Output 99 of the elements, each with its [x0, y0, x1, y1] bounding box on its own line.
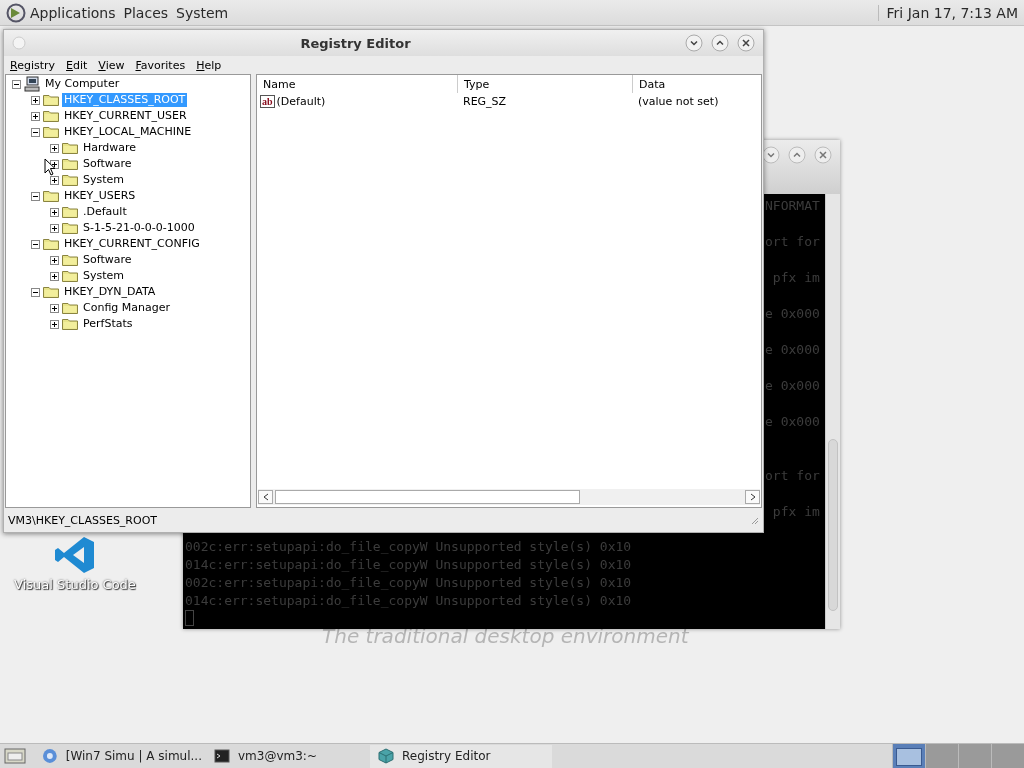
folder-icon [62, 156, 78, 172]
terminal-line: pfx im [771, 269, 820, 287]
tree-item[interactable]: System [81, 269, 127, 283]
folder-icon [62, 204, 78, 220]
expand-icon[interactable] [31, 95, 40, 105]
resize-grip-icon[interactable] [749, 515, 759, 525]
tree-item[interactable]: My Computer [43, 77, 122, 91]
workspace-cell[interactable] [892, 744, 925, 768]
folder-icon [43, 284, 59, 300]
maximize-icon[interactable] [788, 146, 806, 164]
window-title: Registry Editor [299, 35, 412, 51]
expand-icon[interactable] [50, 143, 59, 153]
value-type: REG_SZ [462, 94, 508, 108]
panel-menu[interactable]: System [176, 4, 229, 21]
taskbar-button[interactable]: [Win7 Simu | A simul... [36, 744, 208, 768]
folder-icon [62, 300, 78, 316]
cursor-icon [44, 158, 56, 176]
menu-item[interactable]: Favorites [135, 59, 186, 72]
close-icon[interactable] [814, 146, 832, 164]
menu-item[interactable]: Registry [10, 59, 56, 72]
terminal-line: e 0x000 [765, 305, 820, 323]
tree-item[interactable]: Hardware [81, 141, 139, 155]
folder-icon [62, 220, 78, 236]
folder-icon [62, 140, 78, 156]
menu-item[interactable]: Help [196, 59, 222, 72]
terminal-line: 002c:err:setupapi:do_file_copyW Unsupported style(s) 0x10 [185, 538, 632, 556]
terminal-icon [214, 748, 230, 764]
tree-item[interactable]: HKEY_USERS [62, 189, 138, 203]
tagline: The traditional desktop environment [322, 624, 689, 648]
clock[interactable]: Fri Jan 17, 7:13 AM [877, 4, 1018, 21]
value-data: (value not set) [637, 94, 720, 108]
string-value-icon: ab [260, 94, 275, 108]
tree-item[interactable]: S-1-5-21-0-0-0-1000 [81, 221, 197, 235]
tree-item[interactable]: HKEY_CURRENT_USER [62, 109, 189, 123]
close-icon[interactable] [737, 34, 755, 52]
terminal-line: e 0x000 [765, 413, 820, 431]
workspace-cell[interactable] [991, 744, 1024, 768]
browser-icon [42, 748, 58, 764]
computer-icon [24, 76, 40, 92]
terminal-line: pfx im [771, 503, 820, 521]
text-cursor [185, 610, 194, 626]
tree-item[interactable]: HKEY_CURRENT_CONFIG [62, 237, 202, 251]
taskbar-button[interactable]: vm3@vm3:~ [208, 744, 370, 768]
status-bar-text: VM3\HKEY_CLASSES_ROOT [8, 513, 158, 527]
desktop-icon-label[interactable]: Visual Studio Code [14, 577, 136, 592]
folder-icon [43, 124, 59, 140]
code-editor-icon[interactable] [54, 535, 96, 575]
terminal-line: ort for [765, 233, 820, 251]
scrollbar[interactable] [258, 489, 760, 505]
expand-icon[interactable] [50, 175, 59, 185]
collapse-icon[interactable] [12, 79, 21, 89]
folder-icon [43, 188, 59, 204]
folder-icon [43, 92, 59, 108]
terminal-line: e 0x000 [765, 341, 820, 359]
tree-item[interactable]: HKEY_DYN_DATA [62, 285, 158, 299]
expand-icon[interactable] [31, 111, 40, 121]
expand-icon[interactable] [50, 255, 59, 265]
menu-item[interactable]: View [98, 59, 125, 72]
maximize-icon[interactable] [711, 34, 729, 52]
folder-icon [43, 108, 59, 124]
value-name: (Default) [276, 94, 326, 108]
expand-icon[interactable] [50, 319, 59, 329]
panel-menu[interactable]: Places [123, 4, 169, 21]
folder-icon [62, 316, 78, 332]
taskbar-button[interactable]: Registry Editor [370, 744, 552, 768]
panel-menu[interactable]: Applications [30, 4, 116, 21]
tree-item[interactable]: Software [81, 157, 134, 171]
collapse-icon[interactable] [31, 127, 40, 137]
collapse-icon[interactable] [31, 191, 40, 201]
tree-item[interactable]: System [81, 173, 127, 187]
menu-item[interactable]: Edit [66, 59, 88, 72]
terminal-line: e 0x000 [765, 377, 820, 395]
tree-item[interactable]: HKEY_LOCAL_MACHINE [62, 125, 194, 139]
terminal-line: 002c:err:setupapi:do_file_copyW Unsupported style(s) 0x10 [185, 574, 632, 592]
folder-icon [62, 268, 78, 284]
minimize-icon[interactable] [762, 146, 780, 164]
tree-item[interactable]: Software [81, 253, 134, 267]
tree-item[interactable]: PerfStats [81, 317, 135, 331]
collapse-icon[interactable] [31, 287, 40, 297]
terminal-line: 014c:err:setupapi:do_file_copyW Unsupported style(s) 0x10 [185, 556, 632, 574]
workspace-cell[interactable] [925, 744, 958, 768]
expand-icon[interactable] [50, 303, 59, 313]
tree-item[interactable]: .Default [81, 205, 129, 219]
expand-icon[interactable] [50, 223, 59, 233]
terminal-line: ort for [765, 467, 820, 485]
logo-icon[interactable] [6, 2, 26, 23]
collapse-icon[interactable] [31, 239, 40, 249]
terminal-line: 014c:err:setupapi:do_file_copyW Unsupported style(s) 0x10 [185, 592, 632, 610]
scrollbar[interactable] [825, 194, 840, 629]
folder-icon [62, 172, 78, 188]
expand-icon[interactable] [50, 207, 59, 217]
folder-icon [43, 236, 59, 252]
expand-icon[interactable] [50, 271, 59, 281]
terminal-line: NFORMAT [765, 197, 820, 215]
minimize-icon[interactable] [685, 34, 703, 52]
tree-item[interactable]: Config Manager [81, 301, 172, 315]
folder-icon [62, 252, 78, 268]
workspace-cell[interactable] [958, 744, 991, 768]
cube-icon [378, 748, 394, 764]
